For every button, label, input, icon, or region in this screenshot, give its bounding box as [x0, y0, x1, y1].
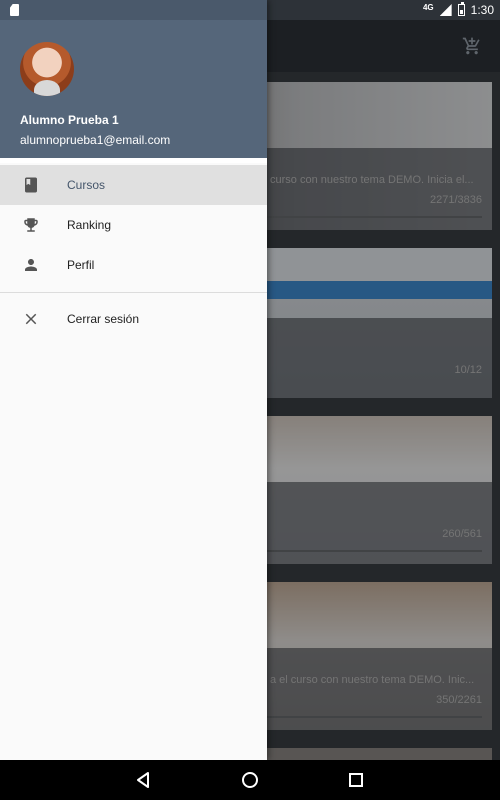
drawer-header: Alumno Prueba 1 alumnoprueba1@email.com: [0, 0, 267, 158]
sd-card-icon: [10, 4, 19, 16]
menu-item-perfil[interactable]: Perfil: [0, 245, 267, 285]
status-time: 1:30: [470, 3, 494, 17]
network-type: 4G: [422, 2, 434, 12]
menu-item-cursos[interactable]: Cursos: [0, 165, 267, 205]
menu-label: Perfil: [67, 258, 95, 272]
back-icon[interactable]: [133, 770, 153, 790]
user-email: alumnoprueba1@email.com: [20, 133, 171, 147]
avatar[interactable]: [20, 42, 74, 96]
menu-divider: [0, 292, 267, 293]
home-icon[interactable]: [240, 770, 260, 790]
drawer-status-strip: [0, 0, 267, 20]
close-icon: [25, 313, 37, 325]
book-icon: [25, 177, 37, 193]
logout-label: Cerrar sesión: [67, 312, 140, 326]
menu-label: Cursos: [67, 178, 106, 192]
user-name: Alumno Prueba 1: [20, 113, 119, 127]
trophy-icon: [24, 218, 38, 232]
recents-icon[interactable]: [346, 770, 366, 790]
logout-button[interactable]: Cerrar sesión: [0, 299, 267, 339]
header-divider: [0, 158, 267, 163]
signal-icon: [439, 4, 452, 16]
system-nav-bar: [0, 760, 500, 800]
navigation-drawer: Alumno Prueba 1 alumnoprueba1@email.com …: [0, 0, 267, 760]
menu-item-ranking[interactable]: Ranking: [0, 205, 267, 245]
battery-icon: [457, 2, 465, 16]
menu-label: Ranking: [67, 218, 112, 232]
person-icon: [25, 259, 37, 271]
